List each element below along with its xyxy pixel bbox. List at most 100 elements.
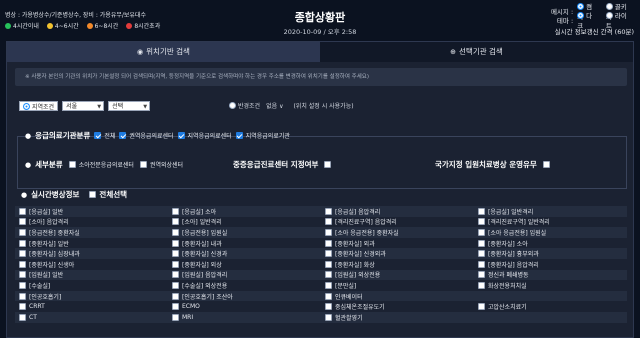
bed-option-label: [응급실] 소아: [182, 208, 217, 216]
location-pin-icon: ◉: [137, 48, 144, 56]
bed-option[interactable]: [중환자실] 신경외과: [321, 249, 474, 258]
bed-option[interactable]: MRI: [168, 313, 321, 321]
settings-panel: 메시지 : 켬기 끌키기 테마 : 다크 라이트: [532, 2, 640, 30]
bed-option-label: ECMO: [182, 303, 200, 311]
er-class-option-all[interactable]: 전체: [94, 131, 115, 140]
bed-option-label: [중환자실] 화상: [335, 261, 375, 269]
checkbox-icon: [19, 239, 26, 247]
bed-option[interactable]: 혈관촬영기: [321, 313, 474, 322]
bed-option[interactable]: [응급실] 일반: [15, 207, 168, 216]
tab-institution-search[interactable]: ⊕ 선택기관 검색: [320, 42, 633, 62]
bed-option[interactable]: CT: [15, 313, 168, 321]
bed-option-label: CT: [29, 313, 37, 321]
bed-option[interactable]: CRRT: [15, 303, 168, 311]
bed-option[interactable]: [중환자실] 외과: [321, 239, 474, 248]
checkbox-icon: [478, 281, 485, 289]
bed-option[interactable]: [응급실] 소아: [168, 207, 321, 216]
region-filter-row: 지역조건 서울 ▼ 선택 ▼: [19, 101, 151, 111]
bed-option-label: 정신과 폐쇄병동: [488, 272, 529, 280]
checkbox-icon: [19, 271, 26, 279]
bed-option[interactable]: [소아] 일반격리: [168, 217, 321, 226]
grid-row: [입원실] 일반 [입원실] 음압격리 [입원실] 외상전용 정신과 폐쇄병동: [15, 269, 627, 281]
checkbox-icon: [119, 132, 127, 139]
bed-option[interactable]: [소아 응급전용] 중환자실: [321, 228, 474, 237]
bed-option[interactable]: [중환자실] 외상: [168, 260, 321, 269]
region-sub-select[interactable]: 선택 ▼: [108, 101, 151, 111]
bed-option[interactable]: [격리진료구역] 음압격리: [321, 217, 474, 226]
bed-option[interactable]: [분만실]: [321, 281, 474, 290]
bed-option[interactable]: [중환자실] 신경과: [168, 249, 321, 258]
grid-row: CT MRI 혈관촬영기: [15, 311, 627, 323]
bed-option[interactable]: [응급전용] 입원실: [168, 228, 321, 237]
severe-center-row: 중증응급진료센터 지정여부: [233, 159, 334, 170]
checkbox-icon: [172, 218, 179, 226]
bed-option-label: [소아 응급전용] 중환자실: [335, 229, 399, 237]
checkbox-icon: [235, 132, 243, 139]
checkbox-icon: [19, 313, 26, 321]
bed-option[interactable]: [인공호흡기]: [15, 292, 168, 301]
bed-option[interactable]: [중환자실] 음압격리: [474, 260, 627, 269]
select-all-checkbox[interactable]: 전체선택: [89, 189, 127, 200]
bed-option-label: [격리진료구역] 일반격리: [488, 219, 550, 227]
bed-option[interactable]: 고압산소치료기: [474, 302, 627, 311]
detail-option-trauma[interactable]: 권역외상센터: [139, 160, 183, 169]
er-class-option-local-center[interactable]: 지역응급의료센터: [177, 131, 232, 140]
bed-option-label: [중환자실] 심장내과: [29, 251, 80, 259]
region-select[interactable]: 서울 ▼: [62, 101, 105, 111]
bed-option[interactable]: [중환자실] 신생아: [15, 260, 168, 269]
bed-option[interactable]: [수술실]: [15, 281, 168, 290]
bed-option-label: [중환자실] 일반: [29, 240, 69, 248]
bed-option[interactable]: [인공호흡기] 조산아: [168, 292, 321, 301]
checkbox-icon: [19, 292, 26, 300]
er-class-option-local-institution[interactable]: 지역응급의료기관: [235, 131, 290, 140]
detail-label: 세부분류: [35, 160, 63, 169]
bed-option[interactable]: [응급실] 일반격리: [474, 207, 627, 216]
detail-option-pediatric[interactable]: 소아전문응급의료센터: [68, 160, 134, 169]
radius-label: 반경조건: [238, 103, 261, 110]
bed-option[interactable]: [응급실] 음압격리: [321, 207, 474, 216]
bed-option[interactable]: [격리진료구역] 일반격리: [474, 217, 627, 226]
bed-option[interactable]: [중환자실] 흉부외과: [474, 249, 627, 258]
bed-option[interactable]: [중환자실] 심장내과: [15, 249, 168, 258]
refresh-interval[interactable]: 실시간 정보갱신 간격 (60분): [555, 26, 634, 36]
radius-radio[interactable]: [229, 102, 236, 109]
realtime-row: ● 실시간병상정보 전체선택: [21, 189, 127, 200]
checkbox-icon: [172, 281, 179, 289]
bed-option[interactable]: [응급전용] 중환자실: [15, 228, 168, 237]
national-bed-row: 국가지정 입원치료병상 운영유무: [435, 159, 553, 170]
er-class-option-regional[interactable]: 권역응급의료센터: [119, 131, 174, 140]
radius-select[interactable]: 없음 ∨: [266, 101, 283, 110]
region-radio[interactable]: 지역조건: [19, 101, 59, 111]
severe-center-checkbox[interactable]: [324, 161, 332, 168]
bed-option[interactable]: [소아 응급전용] 입원실: [474, 228, 627, 237]
tab-location-search[interactable]: ◉ 위치기반 검색: [7, 42, 320, 62]
bed-option[interactable]: [입원실] 음압격리: [168, 270, 321, 279]
bed-option-label: [격리진료구역] 음압격리: [335, 219, 397, 227]
bed-option[interactable]: [중환자실] 화상: [321, 260, 474, 269]
bed-option[interactable]: [중환자실] 소아: [474, 239, 627, 248]
bed-option[interactable]: 정신과 폐쇄병동: [474, 270, 627, 279]
bed-option[interactable]: [입원실] 일반: [15, 270, 168, 279]
grid-row: CRRT ECMO 중심체온조절유도기 고압산소치료기: [15, 301, 627, 312]
bed-option[interactable]: [중환자실] 일반: [15, 239, 168, 248]
national-bed-checkbox[interactable]: [542, 161, 550, 168]
bed-option[interactable]: ECMO: [168, 303, 321, 311]
bed-option[interactable]: [중환자실] 내과: [168, 239, 321, 248]
checkbox-icon: [325, 281, 332, 289]
checkbox-icon: [325, 207, 332, 215]
bed-option[interactable]: [입원실] 외상전용: [321, 270, 474, 279]
bed-option[interactable]: 인큐베이터: [321, 292, 474, 301]
checkbox-icon: [325, 228, 332, 236]
bed-option-label: [소아 응급전용] 입원실: [488, 229, 547, 237]
checkbox-icon: [325, 292, 332, 300]
checkbox-icon: [177, 132, 185, 139]
checkbox-icon: [172, 250, 179, 258]
checkbox-icon: [19, 281, 26, 289]
bed-option-label: [중환자실] 외과: [335, 240, 375, 248]
bed-option-label: [중환자실] 신생아: [29, 261, 75, 269]
radius-filter-row: 반경조건 없음 ∨ (위치 설정 시 사용가능): [229, 101, 354, 110]
bed-option[interactable]: 화상전용처치실: [474, 281, 627, 290]
bed-option[interactable]: [수술실] 외상전용: [168, 281, 321, 290]
bed-option[interactable]: 중심체온조절유도기: [321, 302, 474, 311]
bed-option[interactable]: [소아] 음압격리: [15, 217, 168, 226]
